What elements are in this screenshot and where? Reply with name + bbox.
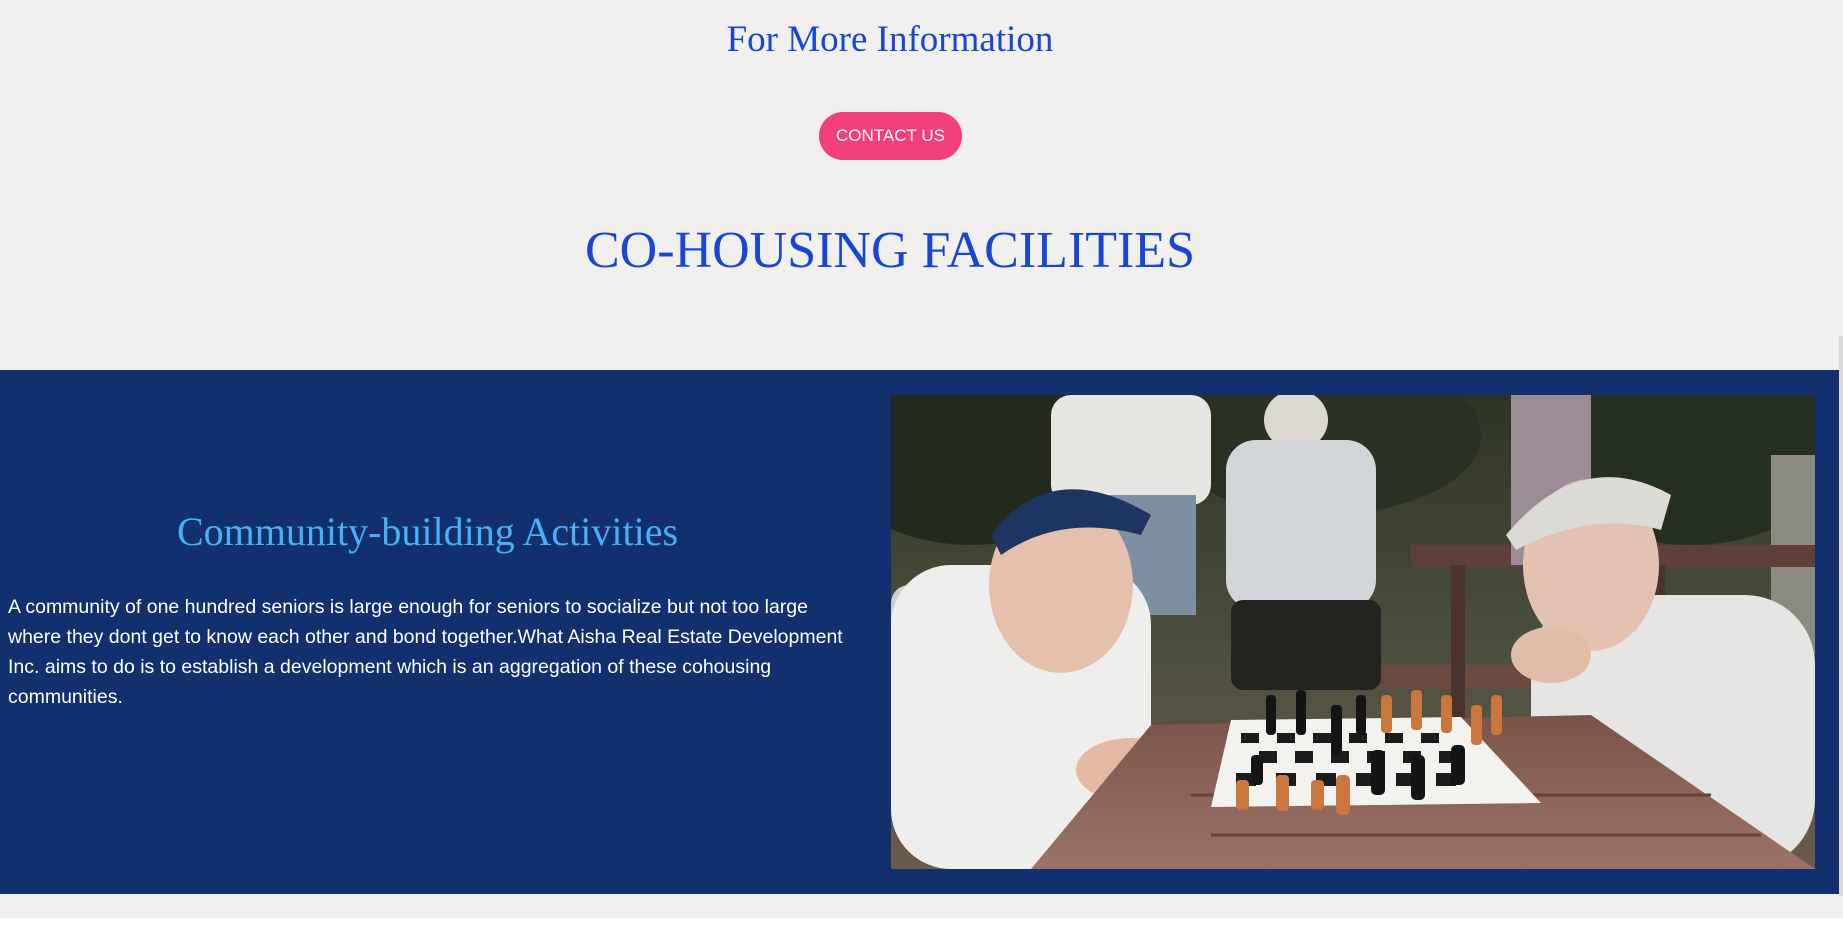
seniors-chess-photo [891,395,1815,869]
info-heading: For More Information [726,19,1054,60]
activity-description: A community of one hundred seniors is la… [8,596,843,708]
section-title: CO-HOUSING FACILITIES [584,222,1195,279]
activity-title: Community-building Activities [176,509,679,554]
footer-strip [0,918,1843,936]
contact-us-button[interactable]: CONTACT US [819,112,962,160]
activity-section: Community-building Activities A communit… [0,370,1839,894]
scrollbar[interactable] [1839,336,1843,896]
